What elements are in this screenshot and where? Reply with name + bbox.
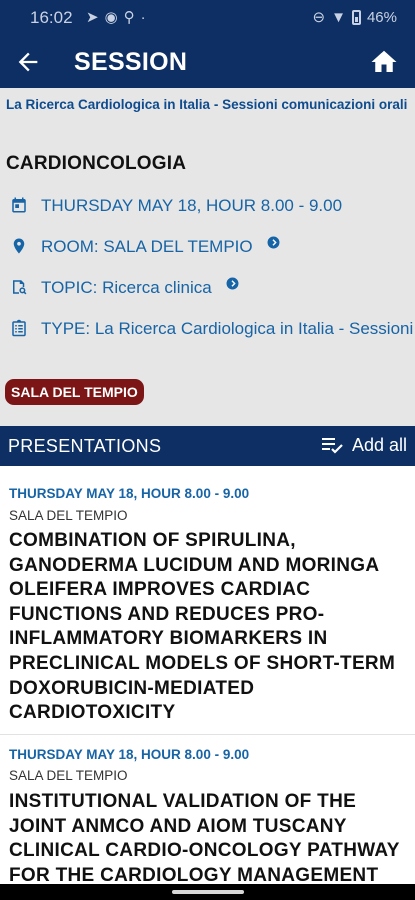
presentation-date: THURSDAY MAY 18, HOUR 8.00 - 9.00 [9,747,250,762]
presentation-title: COMBINATION OF SPIRULINA, GANODERMA LUCI… [9,530,396,724]
session-room-row[interactable]: ROOM: SALA DEL TEMPIO [10,236,280,258]
session-header: La Ricerca Cardiologica in Italia - Sess… [0,88,415,426]
location-pin-icon [13,238,25,254]
calendar-icon [12,197,26,213]
session-date-row: THURSDAY MAY 18, HOUR 8.00 - 9.00 [10,195,342,217]
location-icon: ⚲ [123,9,141,26]
arrow-right-circle-icon[interactable] [267,236,280,249]
session-topic-row[interactable]: TOPIC: Ricerca clinica [10,277,239,299]
battery-level: 46% [366,8,397,26]
clipboard-list-icon [12,319,26,337]
presentation-title: INSTITUTIONAL VALIDATION OF THE JOINT AN… [9,791,400,884]
playlist-add-check-icon [321,438,343,454]
add-all-button[interactable]: Add all [320,434,407,456]
presentation-item[interactable]: THURSDAY MAY 18, HOUR 8.00 - 9.00 SALA D… [0,466,415,734]
room-badge: SALA DEL TEMPIO [5,379,144,405]
dnd-icon: ⊖ [312,9,326,26]
topic-search-icon [13,280,27,295]
presentations-bar: PRESENTATIONS Add all [0,426,415,466]
session-type-row: TYPE: La Ricerca Cardiologica in Italia … [10,318,415,340]
back-arrow-icon[interactable] [14,48,42,76]
presentations-label: PRESENTATIONS [8,436,162,456]
wifi-icon: ▼ [331,8,346,26]
notification-icons: ➤◉⚲· [86,8,152,26]
telegram-icon: ➤ [86,9,105,26]
page-title: SESSION [74,48,188,76]
app-bar: SESSION [0,36,415,88]
status-right: ⊖ ▼ 46% [312,8,397,27]
add-all-label: Add all [351,434,407,455]
presentation-item[interactable]: THURSDAY MAY 18, HOUR 8.00 - 9.00 SALA D… [0,735,415,884]
session-date: THURSDAY MAY 18, HOUR 8.00 - 9.00 [41,196,343,215]
session-screen: 16:02 ➤◉⚲· ⊖ ▼ 46% SESSION La Ricerca Ca… [0,0,415,900]
status-time: 16:02 [30,8,73,27]
battery-icon [351,9,361,25]
session-room[interactable]: ROOM: SALA DEL TEMPIO [41,236,253,258]
status-bar: 16:02 ➤◉⚲· ⊖ ▼ 46% [0,0,415,36]
presentation-room: SALA DEL TEMPIO [9,508,128,523]
presentation-date: THURSDAY MAY 18, HOUR 8.00 - 9.00 [9,486,250,501]
vpn-icon: ◉ [104,9,124,26]
home-icon[interactable] [369,47,399,77]
system-nav-bar [0,884,415,900]
home-gesture-handle[interactable] [172,890,244,894]
session-topic[interactable]: TOPIC: Ricerca clinica [41,277,212,299]
dot-icon: · [140,9,152,26]
congress-link[interactable]: La Ricerca Cardiologica in Italia - Sess… [6,96,414,113]
session-title: CARDIONCOLOGIA [6,153,187,174]
session-type: TYPE: La Ricerca Cardiologica in Italia … [41,319,415,338]
presentation-room: SALA DEL TEMPIO [9,768,128,783]
arrow-right-circle-icon[interactable] [226,277,239,290]
